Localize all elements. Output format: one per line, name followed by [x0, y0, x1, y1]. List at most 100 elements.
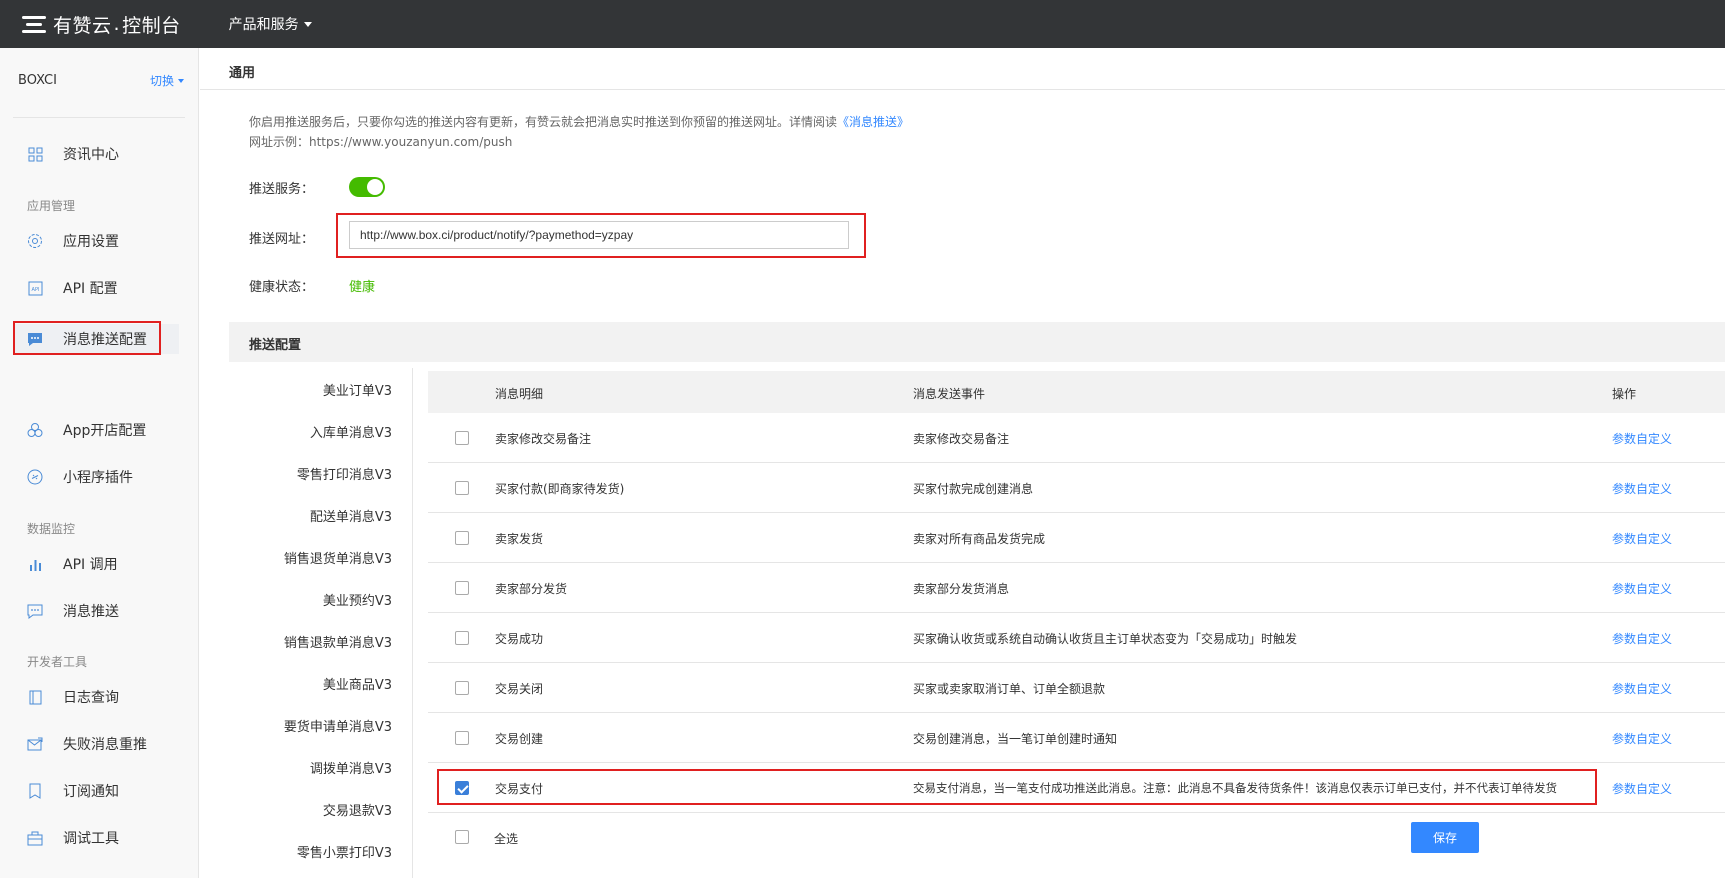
col-detail: 消息明细	[495, 387, 544, 401]
circles-icon	[27, 422, 43, 438]
sidebar-item-msg-push[interactable]: 消息推送	[27, 600, 119, 622]
grid-icon	[27, 146, 43, 162]
sidebar-item-app-settings[interactable]: 应用设置	[27, 230, 119, 252]
row-detail: 卖家部分发货	[495, 582, 568, 596]
sidebar-item-subscribe[interactable]: 订阅通知	[27, 780, 119, 802]
row-checkbox[interactable]	[455, 631, 469, 645]
row-checkbox[interactable]	[455, 581, 469, 595]
switch-label: 切换	[149, 74, 174, 88]
row-checkbox[interactable]	[455, 781, 469, 795]
category-item[interactable]: 零售打印消息V3	[297, 464, 392, 483]
products-menu[interactable]: 产品和服务	[229, 14, 312, 34]
sidebar-item-log-query[interactable]: 日志查询	[27, 686, 119, 708]
push-config-header: 推送配置	[229, 322, 1725, 362]
category-item[interactable]: 美业订单V3	[323, 380, 392, 399]
sidebar-item-app-store[interactable]: App开店配置	[27, 419, 146, 441]
push-service-label: 推送服务：	[249, 182, 315, 197]
col-action: 操作	[1612, 387, 1637, 401]
row-detail: 买家付款(即商家待发货)	[495, 482, 625, 496]
category-item[interactable]: 美业预约V3	[323, 590, 392, 609]
sidebar-item-label: API 配置	[63, 281, 118, 297]
account-switcher: BOXCI 切换	[18, 72, 184, 89]
table-header: 消息明细 消息发送事件 操作	[428, 371, 1725, 413]
row-detail: 交易支付	[495, 782, 544, 796]
sidebar-item-api-call[interactable]: API 调用	[27, 553, 118, 575]
bar-chart-icon	[27, 556, 43, 572]
health-status: 健康	[349, 280, 376, 295]
row-checkbox[interactable]	[455, 481, 469, 495]
sidebar: BOXCI 切换 资讯中心 应用管理 应用设置 API API 配置 消息推送配…	[0, 48, 199, 878]
category-item[interactable]: 入库单消息V3	[310, 422, 392, 441]
group-dev-tools: 开发者工具	[27, 655, 88, 669]
save-button[interactable]: 保存	[1411, 822, 1479, 853]
table-row: 交易创建 交易创建消息，当一笔订单创建时通知 参数自定义	[428, 713, 1725, 763]
customize-params-link[interactable]: 参数自定义	[1612, 730, 1672, 747]
sidebar-item-label: 资讯中心	[63, 147, 119, 163]
row-checkbox[interactable]	[455, 731, 469, 745]
category-item[interactable]: 美业商品V3	[323, 674, 392, 693]
category-item[interactable]: 销售退款单消息V3	[284, 632, 392, 651]
push-url-label: 推送网址：	[249, 232, 315, 247]
row-checkbox[interactable]	[455, 681, 469, 695]
desc-example: 网址示例：https://www.youzanyun.com/push	[249, 135, 513, 149]
push-doc-link[interactable]: 《消息推送》	[837, 115, 909, 129]
toolbox-icon	[27, 830, 43, 846]
row-detail: 卖家发货	[495, 532, 544, 546]
sidebar-item-api-config[interactable]: API API 配置	[27, 277, 118, 299]
row-event: 买家或卖家取消订单、订单全额退款	[913, 682, 1106, 696]
category-item[interactable]: 要货申请单消息V3	[284, 716, 392, 735]
sidebar-item-label: App开店配置	[63, 423, 147, 439]
general-description: 你启用推送服务后，只要你勾选的推送内容有更新，有赞云就会把消息实时推送到你预留的…	[249, 112, 909, 152]
category-item[interactable]: 交易退款V3	[323, 800, 392, 819]
sidebar-item-label: 失败消息重推	[63, 737, 147, 753]
row-checkbox[interactable]	[455, 431, 469, 445]
customize-params-link[interactable]: 参数自定义	[1612, 480, 1672, 497]
link-icon	[27, 469, 43, 485]
table-row: 交易成功 买家确认收货或系统自动确认收货且主订单状态变为「交易成功」时触发 参数…	[428, 613, 1725, 663]
push-config-title: 推送配置	[249, 338, 302, 353]
sidebar-item-push-config[interactable]: 消息推送配置	[14, 324, 179, 354]
sidebar-item-label: 小程序插件	[63, 470, 133, 486]
row-detail: 交易成功	[495, 632, 544, 646]
gear-icon	[27, 233, 43, 249]
push-service-toggle[interactable]	[349, 177, 385, 197]
row-checkbox[interactable]	[455, 531, 469, 545]
category-item[interactable]: 零售小票打印V3	[297, 842, 392, 861]
account-name: BOXCI	[18, 73, 57, 88]
switch-account-link[interactable]: 切换	[150, 72, 184, 89]
customize-params-link[interactable]: 参数自定义	[1612, 680, 1672, 697]
customize-params-link[interactable]: 参数自定义	[1612, 430, 1672, 447]
sidebar-item-mini-plugin[interactable]: 小程序插件	[27, 466, 133, 488]
row-detail: 交易创建	[495, 732, 544, 746]
customize-params-link[interactable]: 参数自定义	[1612, 530, 1672, 547]
logo-suffix: 控制台	[122, 14, 181, 37]
message-icon	[27, 331, 43, 347]
category-item[interactable]: 配送单消息V3	[310, 506, 392, 525]
select-all-checkbox[interactable]	[455, 830, 469, 844]
chat-icon	[27, 603, 43, 619]
logo-dot: .	[113, 13, 121, 35]
logo[interactable]: 有赞云 . 控制台	[22, 11, 181, 38]
customize-params-link[interactable]: 参数自定义	[1612, 780, 1672, 797]
group-app-manage: 应用管理	[27, 199, 76, 213]
logo-icon	[22, 14, 48, 34]
bookmark-icon	[27, 783, 43, 799]
sidebar-item-news[interactable]: 资讯中心	[27, 143, 119, 165]
top-bar: 有赞云 . 控制台 产品和服务	[0, 0, 1725, 48]
sidebar-item-debug-tool[interactable]: 调试工具	[27, 827, 119, 849]
row-event: 卖家对所有商品发货完成	[913, 532, 1046, 546]
category-item[interactable]: 销售退货单消息V3	[284, 548, 392, 567]
health-label: 健康状态：	[249, 280, 315, 295]
group-data-monitor: 数据监控	[27, 522, 76, 536]
api-doc-icon: API	[27, 280, 43, 296]
category-item[interactable]: 调拨单消息V3	[310, 758, 392, 777]
chevron-down-icon	[178, 78, 184, 83]
table-row: 买家付款(即商家待发货) 买家付款完成创建消息 参数自定义	[428, 463, 1725, 513]
customize-params-link[interactable]: 参数自定义	[1612, 630, 1672, 647]
customize-params-link[interactable]: 参数自定义	[1612, 580, 1672, 597]
table-row: 交易支付 交易支付消息，当一笔支付成功推送此消息。注意：此消息不具备发待货条件！…	[428, 763, 1725, 813]
sidebar-item-label: 调试工具	[63, 831, 119, 847]
sidebar-item-fail-retry[interactable]: 失败消息重推	[27, 733, 147, 755]
push-url-input[interactable]	[349, 221, 849, 249]
products-label: 产品和服务	[228, 17, 299, 33]
